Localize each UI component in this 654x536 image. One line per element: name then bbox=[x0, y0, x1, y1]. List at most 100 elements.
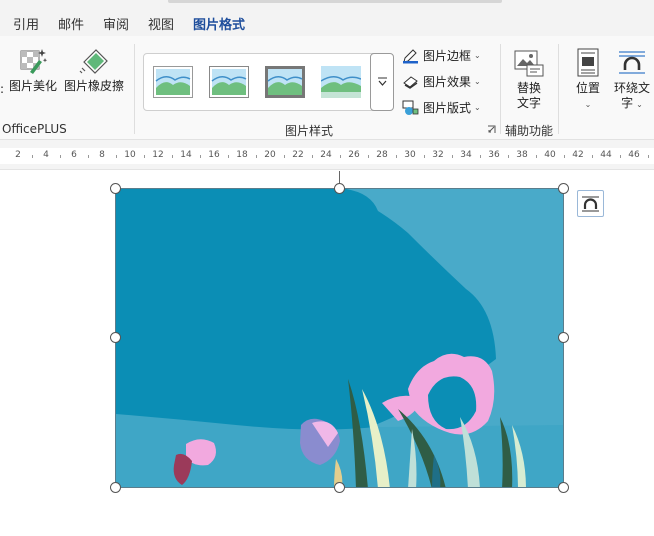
style-soft-edge-thumb[interactable] bbox=[321, 66, 361, 98]
ruler-tick-label: 6 bbox=[71, 150, 77, 160]
picture-eraser-icon bbox=[79, 49, 108, 74]
ruler-tick-label: 8 bbox=[99, 150, 105, 160]
document-page[interactable] bbox=[0, 171, 654, 536]
tab-view[interactable]: 视图 bbox=[148, 14, 174, 33]
position-button[interactable]: 位置 ⌄ bbox=[570, 48, 606, 112]
ruler-tick-label: 24 bbox=[320, 150, 332, 160]
accessibility-group-label: 辅助功能 bbox=[505, 124, 554, 138]
resize-handle-bottom-right[interactable] bbox=[558, 482, 569, 493]
wrap-text-label-line2: 字 bbox=[621, 96, 634, 110]
picture-beautify-icon bbox=[20, 49, 48, 74]
picture-styles-group-label: 图片样式 bbox=[285, 124, 334, 138]
style-gray-frame-thumb[interactable] bbox=[265, 66, 305, 98]
style-simple-frame-thumb[interactable] bbox=[153, 66, 193, 98]
ruler-tick-mark bbox=[480, 155, 481, 158]
ruler-tick-mark bbox=[200, 155, 201, 158]
ruler-tick-label: 32 bbox=[432, 150, 444, 160]
ruler-tick-mark bbox=[228, 155, 229, 158]
alt-text-label-line1: 替换 bbox=[516, 81, 541, 95]
picture-border-label: 图片边框 bbox=[423, 49, 472, 63]
ruler-tick-mark bbox=[116, 155, 117, 158]
ruler-tick-label: 40 bbox=[544, 150, 556, 160]
picture-eraser-button[interactable]: 图片橡皮擦 bbox=[62, 46, 126, 94]
ruler-tick-mark bbox=[88, 155, 89, 158]
ruler-tick-label: 36 bbox=[488, 150, 500, 160]
ruler-tick-label: 4 bbox=[43, 150, 49, 160]
caret-icon: ⌄ bbox=[584, 100, 592, 109]
tab-mailings[interactable]: 邮件 bbox=[58, 14, 84, 33]
alt-text-label-line2: 文字 bbox=[516, 96, 541, 110]
tab-picture-format[interactable]: 图片格式 bbox=[193, 14, 246, 39]
resize-handle-top-left[interactable] bbox=[110, 183, 121, 194]
ruler-tick-label: 42 bbox=[572, 150, 584, 160]
ruler-tick-mark bbox=[424, 155, 425, 158]
ruler-tick-label: 30 bbox=[404, 150, 416, 160]
flower-picture-image bbox=[116, 189, 563, 487]
ruler-tick-mark bbox=[620, 155, 621, 158]
ruler-tick-mark bbox=[172, 155, 173, 158]
ruler-tick-mark bbox=[452, 155, 453, 158]
picture-beautify-button[interactable]: 图片美化 bbox=[6, 46, 60, 94]
resize-handle-left[interactable] bbox=[110, 332, 121, 343]
group-separator bbox=[134, 44, 135, 134]
ruler-tick-label: 18 bbox=[236, 150, 248, 160]
wrap-text-button[interactable]: 环绕文 字 ⌄ bbox=[610, 48, 654, 112]
ruler-tick-mark bbox=[284, 155, 285, 158]
resize-handle-right[interactable] bbox=[558, 332, 569, 343]
position-label: 位置 bbox=[575, 81, 600, 95]
resize-handle-top[interactable] bbox=[334, 183, 345, 194]
caret-icon: ⌄ bbox=[474, 77, 481, 86]
ruler-tick-label: 10 bbox=[124, 150, 136, 160]
ruler-tick-mark bbox=[144, 155, 145, 158]
alt-text-button[interactable]: 替换 文字 bbox=[507, 48, 551, 111]
ruler-tick-label: 26 bbox=[348, 150, 360, 160]
tab-review[interactable]: 审阅 bbox=[103, 14, 129, 33]
caret-icon: ⌄ bbox=[474, 103, 481, 112]
ruler-tick-mark bbox=[648, 155, 649, 158]
picture-layout-button[interactable]: 图片版式 ⌄ bbox=[402, 99, 481, 116]
picture-layout-label: 图片版式 bbox=[423, 101, 472, 115]
ruler-tick-label: 44 bbox=[600, 150, 612, 160]
resize-handle-bottom-left[interactable] bbox=[110, 482, 121, 493]
picture-effects-button[interactable]: 图片效果 ⌄ bbox=[402, 73, 481, 90]
picture-beautify-label: 图片美化 bbox=[8, 79, 57, 93]
tab-references[interactable]: 引用 bbox=[13, 14, 39, 33]
title-scroll-thumb[interactable] bbox=[168, 0, 502, 3]
ruler-tick-label: 12 bbox=[152, 150, 164, 160]
picture-layout-icon bbox=[402, 100, 419, 115]
gallery-more-button[interactable] bbox=[370, 53, 394, 111]
resize-handle-top-right[interactable] bbox=[558, 183, 569, 194]
officeplus-group-label: OfficePLUS bbox=[2, 122, 67, 136]
ruler-tick-label: 16 bbox=[208, 150, 220, 160]
ruler-tick-label: 38 bbox=[516, 150, 528, 160]
picture-effects-label: 图片效果 bbox=[423, 75, 472, 89]
style-shadow-frame-thumb[interactable] bbox=[209, 66, 249, 98]
layout-options-button[interactable] bbox=[577, 190, 604, 217]
caret-icon: ⌄ bbox=[636, 100, 643, 109]
ruler-tick-mark bbox=[60, 155, 61, 158]
ruler-tick-mark bbox=[564, 155, 565, 158]
ruler-tick-label: 46 bbox=[628, 150, 640, 160]
resize-handle-bottom[interactable] bbox=[334, 482, 345, 493]
selected-picture[interactable] bbox=[115, 188, 564, 488]
ruler-tick-label: 22 bbox=[292, 150, 304, 160]
wrap-text-icon bbox=[582, 196, 599, 212]
dialog-launcher-icon[interactable] bbox=[487, 125, 496, 134]
horizontal-ruler[interactable]: 2 4 6 8 10 12 14 16 18 20 22 24 26 28 30 32 34 36 38 40 42 44… bbox=[0, 140, 654, 170]
chevron-down-icon bbox=[378, 77, 387, 86]
caret-icon: ⌄ bbox=[474, 51, 481, 60]
ruler-tick-label: 34 bbox=[460, 150, 472, 160]
picture-border-button[interactable]: 图片边框 ⌄ bbox=[402, 47, 481, 64]
group-separator bbox=[500, 44, 501, 134]
ruler-tick-mark bbox=[396, 155, 397, 158]
ruler-tick-label: 28 bbox=[376, 150, 388, 160]
ruler-tick-mark bbox=[312, 155, 313, 158]
ruler-tick-label: 2 bbox=[15, 150, 21, 160]
alt-text-icon bbox=[514, 50, 544, 77]
ruler-tick-mark bbox=[340, 155, 341, 158]
ruler-tick-mark bbox=[592, 155, 593, 158]
ribbon-tab-bar: 引用 邮件 审阅 视图 图片格式 bbox=[0, 0, 654, 39]
effects-icon bbox=[403, 76, 418, 89]
picture-styles-gallery bbox=[143, 53, 393, 111]
picture-eraser-label: 图片橡皮擦 bbox=[63, 79, 124, 93]
